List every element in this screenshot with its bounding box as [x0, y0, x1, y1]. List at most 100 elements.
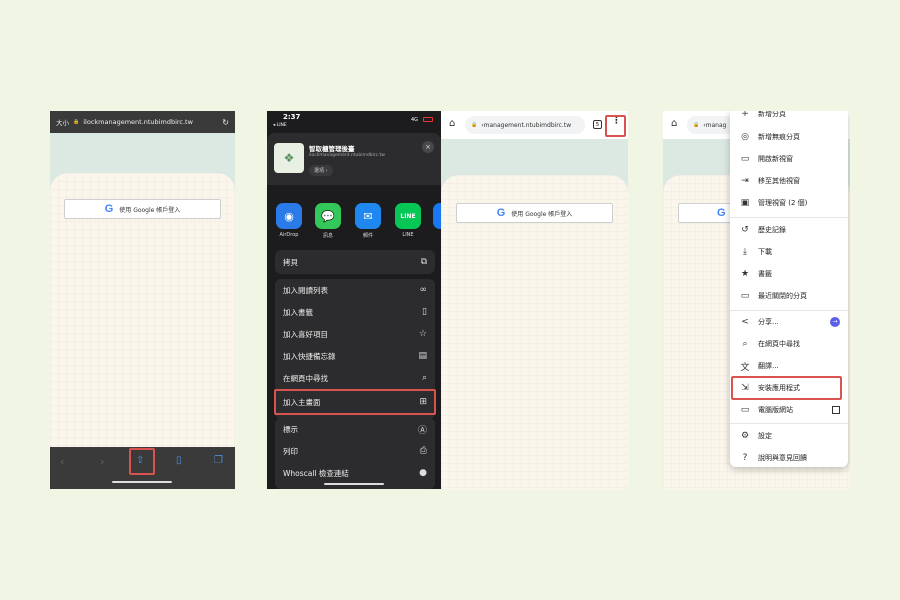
- action-label: 加入閱讀列表: [283, 285, 328, 295]
- menu-divider: [730, 423, 848, 424]
- action-label: 在網頁中尋找: [283, 373, 328, 383]
- app-label: AirDrop: [279, 232, 299, 238]
- star-icon: ☆: [418, 329, 427, 339]
- share-app-airdrop[interactable]: ◉ AirDrop: [276, 203, 302, 238]
- site-info-icon[interactable]: 🔒: [471, 122, 477, 128]
- menu-item-new-incognito-tab[interactable]: ◎ 新增無痕分頁: [730, 126, 848, 148]
- status-time: 2:37: [283, 113, 301, 121]
- glasses-icon: ∞: [419, 285, 428, 295]
- menu-item-translate[interactable]: 文翻譯...: [730, 355, 848, 377]
- action-label: 加入快捷備忘錄: [283, 351, 336, 361]
- find-icon: ⌕: [742, 339, 748, 349]
- google-signin-button[interactable]: G 使用 Google 帳戶登入: [456, 203, 613, 223]
- menu-item-new-window[interactable]: ▭ 開啟新視窗: [730, 148, 848, 170]
- history-icon: ↺: [741, 225, 749, 235]
- address-bar: 大小 🔒 ilockmanagement.ntubimdbirc.tw ↻: [50, 111, 235, 133]
- star-icon: ★: [740, 269, 750, 279]
- menu-item-desktop-site[interactable]: ▭ 電腦版網站: [730, 399, 848, 421]
- chrome-menu-screenshot: ⌂ 🔒 ‹manag G + 新增分頁 ◎ 新增無痕分頁 ▭ 開啟新視窗 ⇥ 移至其他視…: [663, 111, 850, 489]
- menu-item-history[interactable]: ↺ 歷史記錄: [730, 219, 848, 241]
- add-quick-note[interactable]: 加入快捷備忘錄 ▤: [275, 345, 435, 367]
- signal-label: 4G: [411, 117, 419, 123]
- app-label: 郵件: [362, 233, 373, 239]
- omnibox[interactable]: 🔒 ‹management.ntubimdbirc.tw: [465, 116, 585, 134]
- whoscall-action[interactable]: Whoscall 檢查連結 ●: [275, 462, 435, 484]
- menu-item-manage-windows[interactable]: ▣ 管理視窗 (2 個): [730, 192, 848, 214]
- desktop-icon: ▭: [740, 405, 750, 415]
- menu-label: 歷史記錄: [758, 226, 786, 234]
- tabs-icon[interactable]: ❐: [214, 455, 223, 466]
- google-icon: G: [496, 207, 506, 219]
- battery-icon: [423, 117, 433, 122]
- incognito-icon: ◎: [741, 132, 749, 142]
- share-target-icon[interactable]: →: [830, 317, 840, 327]
- markup-icon: Ⓐ: [417, 425, 427, 436]
- add-to-reading-list[interactable]: 加入閱讀列表 ∞: [275, 279, 435, 301]
- url-text[interactable]: ilockmanagement.ntubimdbirc.tw: [83, 118, 218, 126]
- airdrop-icon: ◉: [276, 203, 302, 229]
- tab-count[interactable]: 5: [593, 120, 602, 129]
- text-size-button[interactable]: 大小: [56, 117, 69, 127]
- home-icon[interactable]: ⌂: [671, 118, 677, 129]
- bookmarks-icon[interactable]: ▯: [176, 455, 182, 466]
- find-on-page[interactable]: 在網頁中尋找 ⌕: [275, 367, 435, 389]
- install-app-highlight: [731, 376, 842, 400]
- download-icon: ⤓: [743, 247, 747, 257]
- add-bookmark[interactable]: 加入書籤 ▯: [275, 301, 435, 323]
- plus-icon: +: [741, 111, 749, 119]
- copy-icon: ⧉: [420, 257, 427, 267]
- site-info-icon[interactable]: 🔒: [693, 122, 699, 128]
- menu-item-share[interactable]: < 分享... →: [730, 311, 848, 333]
- share-app-line[interactable]: LINE LINE: [395, 203, 421, 238]
- site-title: 智取櫃管理後臺: [309, 145, 355, 153]
- menu-item-settings[interactable]: ⚙ 設定: [730, 425, 848, 447]
- menu-item-move-to-window[interactable]: ⇥ 移至其他視窗: [730, 170, 848, 192]
- share-icon: <: [741, 317, 749, 327]
- menu-item-new-tab[interactable]: + 新增分頁: [730, 111, 848, 125]
- menu-item-recent-tabs[interactable]: ▭ 最近關閉的分頁: [730, 285, 848, 307]
- add-favorite[interactable]: 加入喜好項目 ☆: [275, 323, 435, 345]
- manage-windows-icon: ▣: [740, 198, 750, 208]
- messages-icon: 💬: [315, 203, 341, 229]
- close-icon[interactable]: ×: [422, 141, 434, 153]
- reload-icon[interactable]: ↻: [222, 118, 229, 127]
- forward-icon[interactable]: ›: [100, 455, 104, 468]
- book-icon: ▯: [422, 307, 427, 317]
- menu-label: 新增無痕分頁: [758, 133, 800, 141]
- menu-label: 設定: [758, 432, 772, 440]
- app-label: 訊息: [322, 233, 333, 239]
- menu-label: 最近關閉的分頁: [758, 292, 807, 300]
- share-app-mail[interactable]: ✉ 郵件: [355, 203, 381, 239]
- desktop-site-checkbox[interactable]: [832, 406, 840, 414]
- home-indicator: [324, 483, 384, 485]
- menu-item-help-feedback[interactable]: ? 說明與意見回饋: [730, 447, 848, 469]
- action-label: 拷貝: [283, 257, 298, 267]
- google-signin-button[interactable]: G: [678, 203, 738, 223]
- google-signin-label: 使用 Google 帳戶登入: [511, 210, 573, 218]
- options-button[interactable]: 選項 ›: [309, 165, 333, 176]
- copy-action[interactable]: 拷貝 ⧉: [275, 251, 435, 273]
- help-icon: ?: [742, 453, 748, 463]
- print-action[interactable]: 列印 ⎙: [275, 440, 435, 462]
- action-label: 標示: [283, 424, 298, 434]
- chrome-toolbar: ⌂ 🔒 ‹management.ntubimdbirc.tw 5 ⋮: [441, 111, 628, 139]
- menu-label: 翻譯...: [758, 362, 779, 370]
- share-app-messages[interactable]: 💬 訊息: [315, 203, 341, 239]
- menu-item-bookmarks[interactable]: ★ 書籤: [730, 263, 848, 285]
- google-icon: G: [717, 207, 726, 219]
- menu-item-downloads[interactable]: ⤓ 下載: [730, 241, 848, 263]
- share-highlight: [129, 448, 155, 475]
- markup-action[interactable]: 標示 Ⓐ: [275, 418, 435, 440]
- more-menu-highlight: [605, 115, 626, 137]
- action-label: 加入喜好項目: [283, 329, 328, 339]
- home-icon[interactable]: ⌂: [449, 118, 455, 129]
- back-icon[interactable]: ‹: [60, 455, 64, 468]
- menu-label: 分享...: [758, 318, 779, 326]
- menu-item-find-in-page[interactable]: ⌕ 在網頁中尋找: [730, 333, 848, 355]
- url-text: ‹manag: [703, 121, 727, 129]
- site-url: ilockmanagement.ntubimdbirc.tw: [309, 153, 385, 158]
- google-signin-button[interactable]: G 使用 Google 帳戶登入: [64, 199, 221, 219]
- back-to-app[interactable]: ◂ LINE: [273, 123, 287, 128]
- share-app-facebook[interactable]: f F: [433, 203, 441, 238]
- whoscall-icon: ●: [419, 468, 427, 478]
